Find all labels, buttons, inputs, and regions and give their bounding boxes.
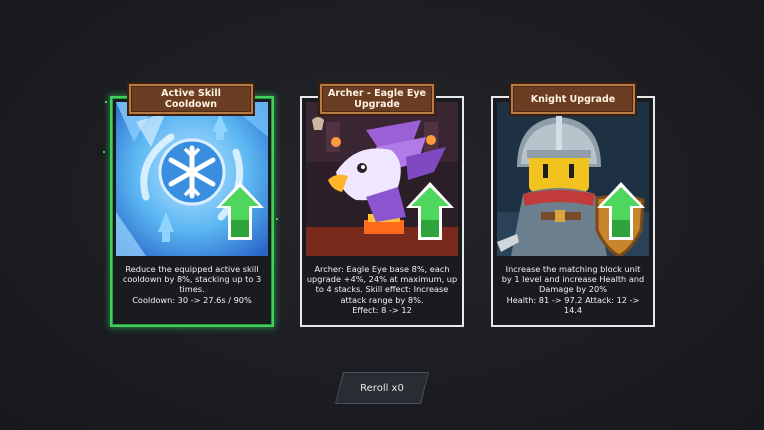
description-line: 14.4 xyxy=(563,304,583,315)
description-line: to 4 stacks. Skill effect: Increase xyxy=(315,284,449,295)
eagle-icon xyxy=(306,102,458,256)
upgrade-card-archer-eagle-eye[interactable]: Archer: Eagle Eye base 8%, each upgrade … xyxy=(300,96,464,327)
sparkle xyxy=(105,101,107,103)
description-line: times. xyxy=(179,284,205,295)
card-title-banner: Archer - Eagle Eye Upgrade xyxy=(318,82,436,116)
description-line: attack range by 8%. xyxy=(340,294,424,305)
knight-icon xyxy=(497,102,649,256)
description-line: Cooldown: 30 -> 27.6s / 90% xyxy=(132,294,252,305)
description-line: Increase the matching block unit xyxy=(505,264,641,274)
card-description: Archer: Eagle Eye base 8%, each upgrade … xyxy=(306,264,458,321)
card-description: Reduce the equipped active skill cooldow… xyxy=(116,264,268,321)
card-title-banner: Knight Upgrade xyxy=(509,82,637,116)
reroll-button[interactable]: Reroll x0 xyxy=(336,373,428,403)
description-line: cooldown by 8%, stacking up to 3 xyxy=(122,274,262,285)
sparkle xyxy=(103,151,105,153)
description-line: Archer: Eagle Eye base 8%, each xyxy=(314,264,450,274)
snowflake-art xyxy=(116,102,268,256)
card-title: Archer - Eagle Eye xyxy=(328,88,426,99)
upgrade-card-active-skill-cooldown[interactable]: Reduce the equipped active skill cooldow… xyxy=(110,96,274,327)
description-line: upgrade +4%, 24% at maximum, up xyxy=(306,274,458,285)
description-line: Damage by 20% xyxy=(539,284,607,295)
description-line: Health: 81 -> 97.2 Attack: 12 -> xyxy=(506,294,640,305)
knight-art xyxy=(497,102,649,256)
card-description: Increase the matching block unit by 1 le… xyxy=(497,264,649,321)
reroll-label: Reroll x0 xyxy=(360,382,404,394)
upgrade-selection-screen: Reduce the equipped active skill cooldow… xyxy=(0,0,764,430)
description-line: Effect: 8 -> 12 xyxy=(352,304,412,315)
description-line: by 1 level and increase Health and xyxy=(501,274,645,285)
card-title: Knight Upgrade xyxy=(530,93,616,105)
sparkle xyxy=(276,218,278,220)
eagle-art xyxy=(306,102,458,256)
description-line: Reduce the equipped active skill xyxy=(125,264,259,274)
card-title: Active Skill Cooldown xyxy=(161,88,221,110)
upgrade-card-knight[interactable]: Increase the matching block unit by 1 le… xyxy=(491,96,655,327)
card-title-banner: Active Skill Cooldown xyxy=(127,82,255,116)
snowflake-icon xyxy=(116,102,268,256)
card-title: Upgrade xyxy=(354,99,400,110)
